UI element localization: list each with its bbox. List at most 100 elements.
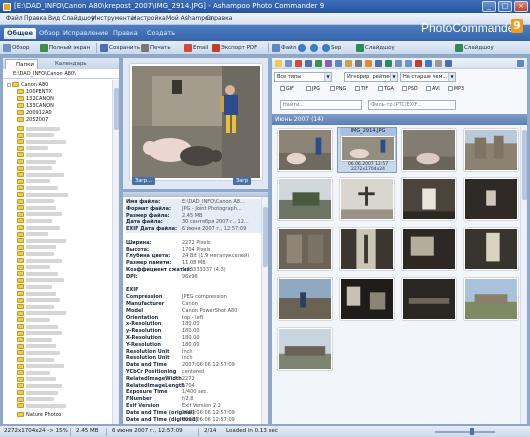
tree-scrollbar[interactable] <box>112 80 119 424</box>
filter-jpg-checkbox[interactable]: JPG <box>306 86 320 94</box>
filter-avi-checkbox[interactable]: AVI <box>426 86 440 94</box>
filter-gif-checkbox[interactable]: GIF <box>280 86 294 94</box>
menu-settings[interactable]: Настройка <box>132 15 166 22</box>
fullscreen-button[interactable]: Полный экран <box>40 43 90 53</box>
thumbnail[interactable] <box>337 276 397 322</box>
slideshow-right-button[interactable]: Слайдшоу <box>455 43 494 53</box>
save-button[interactable]: Сохранить <box>100 43 140 53</box>
thumbnail[interactable] <box>399 127 459 173</box>
filter-tga-checkbox[interactable]: TGA <box>378 86 394 94</box>
panel-splitter[interactable] <box>123 192 268 197</box>
menu-view[interactable]: Вид <box>48 15 60 22</box>
tree-item-132canon[interactable]: 132CANON <box>17 96 54 103</box>
tree-item-100pentx[interactable]: 100PENTX <box>17 89 52 96</box>
star-icon[interactable] <box>365 60 372 67</box>
settings-icon[interactable] <box>435 60 442 67</box>
copy-icon[interactable] <box>305 60 312 67</box>
menu-tools[interactable]: Инструменты <box>92 15 135 22</box>
thumbnail[interactable] <box>461 226 521 272</box>
preview-image[interactable] <box>130 64 262 180</box>
view-icon[interactable] <box>285 60 292 67</box>
tree-item-2052007[interactable]: 2052007 <box>17 117 48 124</box>
menu-help[interactable]: Справка <box>206 15 232 22</box>
export-pdf-button[interactable]: Экспорт PDF <box>212 43 257 53</box>
print-button[interactable]: Печать <box>141 43 171 53</box>
thumbnail[interactable] <box>461 127 521 173</box>
tag-icon[interactable] <box>375 60 382 67</box>
email-button[interactable]: Email <box>184 43 208 53</box>
info-scrollbar[interactable] <box>261 197 268 424</box>
move-icon[interactable] <box>315 60 322 67</box>
thumbnail[interactable] <box>275 226 335 272</box>
preview-forward-button[interactable]: Загр <box>233 177 252 185</box>
map-icon[interactable] <box>385 60 392 67</box>
tree-item-133canon[interactable]: 133CANON <box>17 103 54 110</box>
tree-item-200912a0[interactable]: 200912A0 <box>17 110 52 117</box>
thumbnail[interactable] <box>275 326 335 372</box>
close-button[interactable]: × <box>514 1 528 12</box>
menu-slideshow[interactable]: Слайдшоу <box>62 15 94 22</box>
folder-icon[interactable] <box>275 60 282 67</box>
filter-icon[interactable] <box>355 60 362 67</box>
search-input[interactable]: Найти... <box>280 100 362 110</box>
thumbnail[interactable] <box>275 276 335 322</box>
rotate-right-icon[interactable] <box>405 60 412 67</box>
rename-icon[interactable] <box>325 60 332 67</box>
tab-correction[interactable]: Исправление <box>60 28 111 39</box>
cut-icon[interactable] <box>415 60 422 67</box>
thumbnail[interactable] <box>461 176 521 222</box>
info-icon[interactable] <box>425 60 432 67</box>
grid-icon[interactable] <box>445 60 452 67</box>
filter-mp3-checkbox[interactable]: MP3 <box>448 86 464 94</box>
tree-scroll-thumb[interactable] <box>114 88 119 130</box>
back-button[interactable] <box>298 43 307 53</box>
filter-psd-checkbox[interactable]: PSD <box>402 86 418 94</box>
tree-item-nature-photos[interactable]: Nature Photos <box>17 412 61 419</box>
thumbnail[interactable] <box>275 127 335 173</box>
thumbnail[interactable] <box>399 226 459 272</box>
close-panel-icon[interactable] <box>517 60 524 67</box>
zoom-slider[interactable] <box>435 431 495 433</box>
tab-general[interactable]: Общее <box>4 28 37 39</box>
browser-scrollbar[interactable] <box>520 126 527 424</box>
menu-file[interactable]: Файл <box>6 15 23 22</box>
thumbnail[interactable] <box>461 276 521 322</box>
minimize-button[interactable]: _ <box>482 1 496 12</box>
thumbnail-selected[interactable]: IMG_2914.JPG 06.06.2007 12:57 2272x1704x… <box>337 127 397 173</box>
forward-button[interactable] <box>310 43 319 53</box>
tab-browse[interactable]: Обзор <box>36 28 63 39</box>
thumbnail[interactable] <box>337 176 397 222</box>
preview-back-button[interactable]: Загр... <box>132 177 155 185</box>
file-menu-button[interactable]: Файл <box>272 43 296 53</box>
thumbnail[interactable] <box>399 176 459 222</box>
sep-button[interactable]: Sep <box>322 43 341 53</box>
zoom-slider-handle[interactable] <box>470 428 474 435</box>
age-filter-select[interactable]: Не старше чем... ▼ <box>400 72 456 82</box>
tab-calendar[interactable]: Календарь <box>45 59 90 69</box>
rating-filter-select[interactable]: Игнорир. рейтин ▼ <box>344 72 398 82</box>
tab-folders[interactable]: Папки <box>5 59 38 69</box>
tab-edit[interactable]: Правка <box>110 28 141 39</box>
sort-icon[interactable] <box>345 60 352 67</box>
slideshow-button[interactable]: Слайдшоу <box>356 43 395 53</box>
menu-edit[interactable]: Правка <box>24 15 47 22</box>
browser-scroll-thumb[interactable] <box>522 130 527 200</box>
filter-png-checkbox[interactable]: PNG <box>330 86 346 94</box>
tree-item[interactable] <box>17 403 66 410</box>
thumbnail[interactable] <box>399 276 459 322</box>
delete-icon[interactable] <box>295 60 302 67</box>
thumbnail[interactable] <box>337 226 397 272</box>
filter-tif-checkbox[interactable]: TIF <box>355 86 368 94</box>
rotate-left-icon[interactable] <box>395 60 402 67</box>
maximize-button[interactable]: □ <box>498 1 512 12</box>
info-scroll-thumb[interactable] <box>263 207 268 267</box>
tab-create[interactable]: Создать <box>144 28 178 39</box>
tree-item-canon-a80[interactable]: Canon A80 <box>7 82 48 89</box>
thumbnail[interactable] <box>275 176 335 222</box>
type-filter-select[interactable]: Все типы ▼ <box>274 72 332 82</box>
group-header[interactable]: Июнь 2007 (14) <box>272 114 527 125</box>
browse-button[interactable]: Обзор <box>3 43 30 53</box>
path-box[interactable]: E:\DAD_INFO\Canon A80\ <box>3 69 119 79</box>
refresh-icon[interactable] <box>335 60 342 67</box>
iptc-filter-input[interactable]: Филь-тр.IPTC/EXIF... <box>368 100 456 110</box>
